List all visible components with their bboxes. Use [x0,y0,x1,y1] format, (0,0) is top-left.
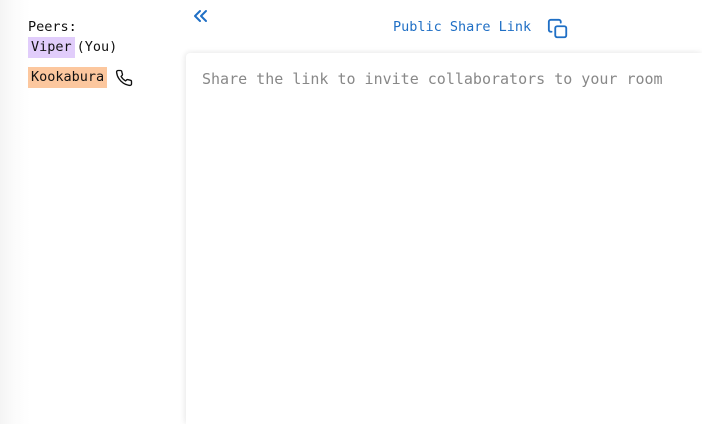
peer-item-kookabura: Kookabura [28,67,133,88]
peer-self-indicator: (You) [76,39,118,55]
double-chevron-left-icon[interactable] [192,8,210,26]
peer-name-tag: Viper [28,37,75,58]
editor-panel [186,53,702,424]
public-share-link[interactable]: Public Share Link [393,18,531,36]
phone-icon[interactable] [115,69,133,87]
sidebar: Peers: Viper (You) Kookabura [0,0,186,424]
peer-name-tag: Kookabura [28,67,108,88]
peer-item-viper: Viper (You) [28,37,117,58]
copy-icon[interactable] [547,18,569,40]
room-editor-input[interactable] [202,69,702,89]
app-root: Peers: Viper (You) Kookabura Public Shar… [0,0,702,424]
peers-heading: Peers: [28,19,77,35]
